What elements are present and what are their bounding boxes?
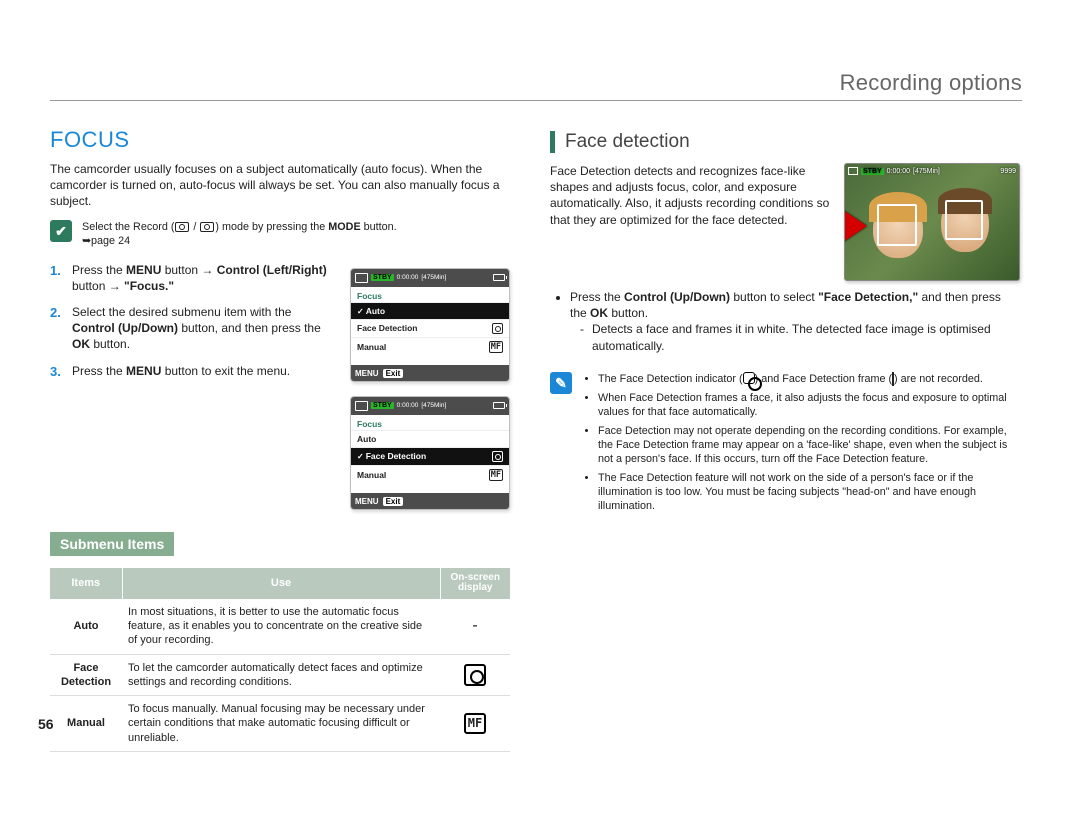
submenu-table: Items Use On-screendisplay Auto In most …: [50, 568, 510, 752]
face-detection-icon: [492, 451, 503, 462]
table-row: Manual To focus manually. Manual focusin…: [50, 696, 510, 752]
video-tab-icon: [355, 401, 368, 411]
red-arrow-icon: [844, 210, 867, 242]
note-icon: ✎: [550, 372, 572, 394]
video-mode-icon: [175, 222, 189, 232]
notes-block: ✎ The Face Detection indicator () and Fa…: [550, 372, 1020, 518]
photo-mode-icon: [200, 222, 214, 232]
th-use: Use: [122, 568, 440, 599]
step-1: 1. Press the MENU button → Control (Left…: [50, 262, 336, 294]
face-detection-sample-photo: STBY 0:00:00 [475Min] 9999: [844, 163, 1020, 281]
face-detection-icon: [743, 372, 755, 384]
table-row: Auto In most situations, it is better to…: [50, 599, 510, 654]
face-frame: [877, 204, 917, 246]
submenu-items-heading: Submenu Items: [50, 532, 174, 556]
lcd-exit-button: Exit: [383, 497, 404, 506]
face-detection-intro: Face Detection detects and recognizes fa…: [550, 163, 830, 228]
manual-focus-icon: MF: [489, 341, 503, 353]
lcd-screenshot-fd: STBY0:00:00[475Min] Focus Auto Face Dete…: [350, 396, 510, 510]
lcd-item-face-detection: Face Detection: [351, 447, 509, 465]
precheck-note: ✔ Select the Record ( / ) mode by pressi…: [50, 220, 510, 248]
lcd-screenshot-auto: STBY0:00:00[475Min] Focus Auto Face Dete…: [350, 268, 510, 382]
step-2: 2. Select the desired submenu item with …: [50, 304, 336, 353]
manual-focus-icon: MF: [464, 713, 486, 735]
th-items: Items: [50, 568, 122, 599]
list-item: When Face Detection frames a face, it al…: [598, 391, 1020, 419]
list-item: Detects a face and frames it in white. T…: [592, 321, 1020, 353]
lcd-item-auto: Auto: [351, 302, 509, 319]
section-title-face-detection: Face detection: [550, 131, 1020, 153]
video-tab-icon: [355, 273, 368, 283]
lcd-item-manual: ManualMF: [351, 337, 509, 356]
page-number: 56: [38, 716, 54, 732]
face-frame: [945, 200, 983, 240]
check-icon: ✔: [50, 220, 72, 242]
step-3: 3. Press the MENU button to exit the men…: [50, 363, 336, 381]
face-detection-icon: [492, 323, 503, 334]
video-tab-icon: [848, 167, 858, 175]
th-osd: On-screendisplay: [440, 568, 510, 599]
battery-icon: [493, 274, 505, 281]
precheck-text: Select the Record ( / ) mode by pressing…: [82, 220, 397, 248]
lcd-exit-button: Exit: [383, 369, 404, 378]
lcd-item-face-detection: Face Detection: [351, 319, 509, 337]
list-item: Press the Control (Up/Down) button to se…: [570, 289, 1020, 354]
battery-icon: [493, 402, 505, 409]
table-row: FaceDetection To let the camcorder autom…: [50, 654, 510, 696]
manual-focus-icon: MF: [489, 469, 503, 481]
list-item: The Face Detection feature will not work…: [598, 471, 1020, 513]
section-title-focus: FOCUS: [50, 127, 510, 153]
header-title: Recording options: [840, 70, 1022, 95]
focus-intro: The camcorder usually focuses on a subje…: [50, 161, 510, 210]
list-item: Face Detection may not operate depending…: [598, 424, 1020, 466]
page-header: Recording options: [50, 70, 1022, 101]
lcd-menu-title: Focus: [351, 287, 509, 302]
lcd-item-manual: ManualMF: [351, 465, 509, 484]
face-detection-icon: [464, 664, 486, 686]
lcd-item-auto: Auto: [351, 430, 509, 447]
list-item: The Face Detection indicator () and Face…: [598, 372, 1020, 386]
